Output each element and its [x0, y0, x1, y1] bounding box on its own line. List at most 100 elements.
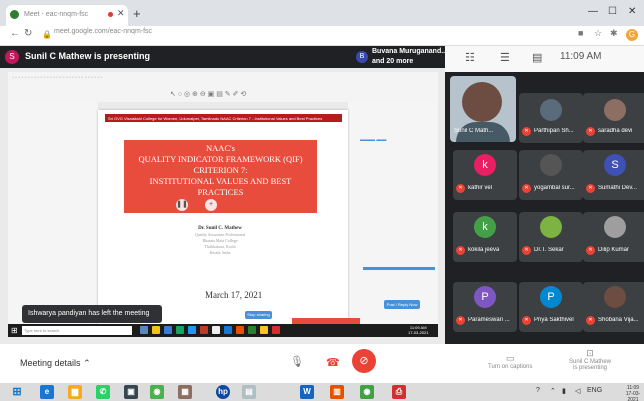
volume-icon[interactable]: ◁	[575, 387, 580, 395]
participant-tile[interactable]: ✕ Dr.T. Sekar	[519, 212, 583, 262]
app-icon[interactable]: ▣	[124, 385, 138, 399]
participant-avatar: k	[474, 154, 496, 176]
shared-taskbar-icon	[248, 326, 256, 334]
author-detail: Kerala, India	[209, 250, 231, 255]
mic-off-icon: ✕	[586, 246, 595, 255]
captions-button[interactable]: ▭ Turn on captions	[488, 353, 532, 370]
present-label-line2: is presenting	[572, 365, 608, 371]
others-count: and 20 more	[372, 58, 414, 65]
stop-sharing-button[interactable]: Stop sharing	[245, 311, 272, 319]
mic-off-icon: ✕	[586, 184, 595, 193]
edge-icon[interactable]: e	[40, 385, 54, 399]
participant-tile[interactable]: P ✕ Parameswari ...	[453, 282, 517, 332]
taskbar-language[interactable]: ENG	[587, 387, 602, 394]
participant-name: Dilip Kumar	[598, 247, 630, 253]
shared-taskbar-icon	[224, 326, 232, 334]
participant-tile[interactable]: P ✕ Priya Sakthivel	[519, 282, 583, 332]
shared-taskbar-clock: 11:09 AM 17-03-2021	[408, 325, 428, 335]
mic-off-icon: ✕	[522, 316, 531, 325]
slide-title-line: INSTITUTIONAL VALUES AND BEST	[149, 176, 292, 186]
chrome-active-icon[interactable]: ◉	[360, 385, 374, 399]
shared-taskbar-icon	[140, 326, 148, 334]
participant-avatar	[540, 99, 562, 121]
participant-name: Parameswari ...	[468, 317, 510, 323]
participant-tile[interactable]: ✕ Dilip Kumar	[583, 212, 644, 262]
participant-tile[interactable]: ✕ Parthipan Sh...	[519, 93, 583, 143]
extension-icon[interactable]: ✱	[610, 28, 618, 39]
present-icon: ⊡	[586, 348, 594, 358]
chevron-up-icon[interactable]: ⌃	[550, 387, 556, 395]
slide-author: Dr. Sunil C. Mathew Quality Assurance Pr…	[180, 226, 260, 256]
chrome-icon[interactable]: ◉	[150, 385, 164, 399]
doc-right-panel	[348, 102, 438, 324]
profile-avatar[interactable]: G	[626, 29, 638, 41]
hp-icon[interactable]: hp	[216, 385, 230, 399]
whatsapp-icon[interactable]: ✆	[96, 385, 110, 399]
app-icon[interactable]: ▤	[242, 385, 256, 399]
add-icon[interactable]: +	[205, 199, 217, 211]
back-icon[interactable]: ←	[10, 28, 20, 39]
participant-tile[interactable]: k ✕ kathir vel	[453, 150, 517, 200]
shared-start-icon: ⊞	[11, 326, 18, 335]
file-explorer-icon[interactable]: ▆	[68, 385, 82, 399]
right-panel-link: ▬▬▬ ▬▬	[360, 137, 387, 143]
new-tab-button[interactable]: +	[133, 6, 141, 21]
others-label: Buvana Muruganand... and 20 more	[372, 47, 447, 67]
participant-tile[interactable]: ✕ saradha devi	[583, 93, 644, 143]
camera-icon[interactable]: ■	[578, 28, 583, 38]
people-icon[interactable]: ☷	[465, 51, 475, 64]
shared-clock-date: 17-03-2021	[408, 330, 429, 335]
others-avatar: B	[356, 51, 368, 63]
participant-tile[interactable]: k ✕ kokila jeeva	[453, 212, 517, 262]
camera-off-button[interactable]: ⊘	[352, 349, 376, 373]
reload-icon[interactable]: ↻	[24, 28, 32, 39]
mic-off-icon: ✕	[456, 316, 465, 325]
participant-name: Parthipan Sh...	[534, 128, 574, 134]
recording-dot-icon	[108, 12, 113, 17]
presenter-avatar: S	[5, 50, 19, 64]
close-window-icon[interactable]: ✕	[628, 6, 636, 17]
taskbar-clock[interactable]: 11:09 17-03-2021	[622, 385, 644, 401]
chat-icon[interactable]: ☰	[500, 51, 510, 64]
shared-taskbar-icon	[200, 326, 208, 334]
slide-date: March 17, 2021	[205, 290, 263, 300]
participant-avatar: S	[604, 154, 626, 176]
chevron-up-icon: ⌃	[83, 358, 91, 368]
doc-toolbar-icons: ▫ ▫ ▫ ▫ ▫ ▫ ▫ ▫ ▫ ▫ ▫ ▫ ▫ ▫ ▫ ▫ ▫ ▫ ▫ ▫ …	[12, 75, 103, 81]
participant-name: kokila jeeva	[468, 247, 500, 253]
present-button[interactable]: ⊡ Sunil C Mathew is presenting	[560, 348, 620, 371]
help-icon[interactable]: ?	[536, 387, 540, 394]
participant-tile[interactable]: S ✕ Sumathi Dev...	[583, 150, 644, 200]
participant-avatar	[540, 216, 562, 238]
participant-tile[interactable]: ✕ Shobana Vija...	[583, 282, 644, 332]
lock-icon: 🔒	[42, 30, 52, 39]
maximize-icon[interactable]: ☐	[608, 6, 617, 17]
slide-title-line: NAAC's	[206, 143, 235, 153]
mic-icon[interactable]: 🎙	[290, 355, 304, 368]
participant-name: yogambal sur...	[534, 185, 575, 191]
url-field[interactable]: meet.google.com/eac-nnqm-fsc	[54, 28, 152, 35]
slide-title-line: PRACTICES	[197, 187, 244, 197]
participant-tile[interactable]: ✕ yogambal sur...	[519, 150, 583, 200]
word-icon[interactable]: W	[300, 385, 314, 399]
participant-avatar: P	[540, 286, 562, 308]
pause-icon[interactable]: ❚❚	[176, 199, 188, 211]
hang-up-icon[interactable]: ☎	[326, 356, 340, 369]
slide-title-line: CRITERION 7:	[193, 165, 248, 175]
minimize-icon[interactable]: —	[588, 6, 598, 17]
app-icon[interactable]: ▦	[178, 385, 192, 399]
activities-icon[interactable]: ▤	[532, 51, 542, 64]
app-icon[interactable]: ▥	[330, 385, 344, 399]
shared-taskbar-icon	[152, 326, 160, 334]
taskbar-clock-date: 17-03-2021	[625, 391, 641, 401]
pdf-icon[interactable]: ⎙	[392, 385, 406, 399]
right-panel-button: Post / Reply Now	[384, 300, 420, 309]
star-icon[interactable]: ☆	[594, 28, 602, 39]
meeting-details-button[interactable]: Meeting details ⌃	[20, 358, 91, 369]
windows-start-icon[interactable]: ⊞	[10, 385, 24, 399]
presenter-face	[462, 82, 502, 122]
left-meeting-toast: Ishwarya pandiyan has left the meeting	[22, 305, 162, 323]
close-tab-icon[interactable]: ✕	[117, 8, 125, 19]
participant-avatar: P	[474, 286, 496, 308]
network-icon[interactable]: ▮	[562, 387, 566, 395]
